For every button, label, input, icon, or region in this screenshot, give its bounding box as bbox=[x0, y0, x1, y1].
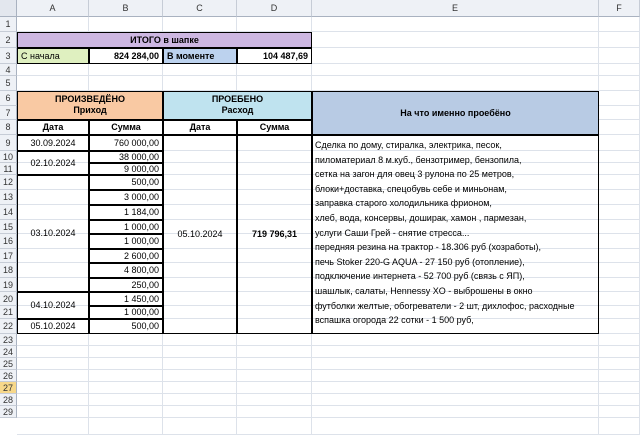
income-amount[interactable]: 760 000,00 bbox=[89, 135, 163, 151]
gridline-row bbox=[17, 405, 640, 406]
row-header-12[interactable]: 12 bbox=[0, 175, 17, 190]
at-moment-value[interactable]: 104 487,69 bbox=[237, 48, 312, 64]
row-header-16[interactable]: 16 bbox=[0, 234, 17, 249]
column-header-d[interactable]: D bbox=[237, 0, 312, 17]
row-header-5[interactable]: 5 bbox=[0, 76, 17, 91]
row-header-27[interactable]: 27 bbox=[0, 382, 17, 394]
income-amount[interactable]: 1 000,00 bbox=[89, 234, 163, 249]
row-header-3[interactable]: 3 bbox=[0, 48, 17, 64]
column-header-c[interactable]: C bbox=[163, 0, 237, 17]
column-header-e[interactable]: E bbox=[312, 0, 599, 17]
gridline-row bbox=[17, 381, 640, 382]
income-amount[interactable]: 38 000,00 bbox=[89, 151, 163, 163]
column-header-b[interactable]: B bbox=[89, 0, 163, 17]
income-amount[interactable]: 9 000,00 bbox=[89, 163, 163, 175]
income-amount[interactable]: 250,00 bbox=[89, 278, 163, 292]
row-header-2[interactable]: 2 bbox=[0, 32, 17, 48]
row-header-6[interactable]: 6 bbox=[0, 91, 17, 106]
income-amount[interactable]: 1 000,00 bbox=[89, 306, 163, 319]
row-header-1[interactable]: 1 bbox=[0, 17, 17, 32]
row-header-26[interactable]: 26 bbox=[0, 370, 17, 382]
row-header-22[interactable]: 22 bbox=[0, 319, 17, 334]
income-header-title: ПРОИЗВЕДЁНО bbox=[55, 94, 125, 104]
details-line: передняя резина на трактор - 18.306 руб … bbox=[315, 242, 541, 253]
income-date-5[interactable]: 05.10.2024 bbox=[17, 319, 89, 334]
row-header-28[interactable]: 28 bbox=[0, 394, 17, 406]
income-amount[interactable]: 3 000,00 bbox=[89, 190, 163, 205]
details-line: футболки желтые, обогреватели - 2 шт, ди… bbox=[315, 300, 575, 311]
expense-header-subtitle: Расход bbox=[221, 105, 254, 115]
select-all-corner[interactable] bbox=[0, 0, 17, 17]
gridline-row bbox=[17, 369, 640, 370]
income-header[interactable]: ПРОИЗВЕДЁНО Приход bbox=[17, 91, 163, 120]
gridline-row bbox=[17, 393, 640, 394]
expense-header-title: ПРОЕБЕНО bbox=[211, 94, 264, 104]
details-line: шашлык, салаты, Hennessy XO - выброшены … bbox=[315, 285, 533, 296]
income-amount[interactable]: 1 450,00 bbox=[89, 292, 163, 306]
row-header-24[interactable]: 24 bbox=[0, 346, 17, 358]
row-header-14[interactable]: 14 bbox=[0, 205, 17, 220]
income-amount[interactable]: 1 000,00 bbox=[89, 220, 163, 234]
row-header-8[interactable]: 8 bbox=[0, 120, 17, 135]
income-amount[interactable]: 500,00 bbox=[89, 319, 163, 334]
income-date-4[interactable]: 04.10.2024 bbox=[17, 292, 89, 319]
income-amount[interactable]: 1 184,00 bbox=[89, 205, 163, 220]
details-line: Сделка по дому, стиралка, электрика, пес… bbox=[315, 140, 502, 150]
at-moment-label[interactable]: В моменте bbox=[163, 48, 237, 64]
gridline-row bbox=[17, 345, 640, 346]
details-line: блоки+доставка, спецобувь себе и миньона… bbox=[315, 183, 507, 194]
row-header-20[interactable]: 20 bbox=[0, 292, 17, 306]
row-header-17[interactable]: 17 bbox=[0, 249, 17, 263]
since-start-label[interactable]: С начала bbox=[17, 48, 89, 64]
income-amount[interactable]: 4 800,00 bbox=[89, 263, 163, 278]
details-line: вспашка огорода 22 сотки - 1 500 руб, bbox=[315, 315, 474, 326]
expense-sum-col[interactable]: Сумма bbox=[237, 120, 312, 135]
gridline-row bbox=[17, 75, 640, 76]
gridline-row bbox=[17, 417, 640, 418]
row-header-10[interactable]: 10 bbox=[0, 151, 17, 163]
since-start-value[interactable]: 824 284,00 bbox=[89, 48, 163, 64]
column-header-a[interactable]: A bbox=[17, 0, 89, 17]
income-amount[interactable]: 2 600,00 bbox=[89, 249, 163, 263]
details-line: хлеб, вода, консервы, доширак, хамон , п… bbox=[315, 212, 527, 223]
expense-amount[interactable]: 719 796,31 bbox=[237, 135, 312, 334]
details-cell[interactable]: Сделка по дому, стиралка, электрика, пес… bbox=[312, 135, 599, 334]
row-header-23[interactable]: 23 bbox=[0, 334, 17, 346]
details-line: заправка старого холодильника фрионом, bbox=[315, 198, 492, 209]
row-header-19[interactable]: 19 bbox=[0, 278, 17, 292]
income-date-col[interactable]: Дата bbox=[17, 120, 89, 135]
income-date-3[interactable]: 03.10.2024 bbox=[17, 175, 89, 292]
income-amount[interactable]: 500,00 bbox=[89, 175, 163, 190]
expense-date-col[interactable]: Дата bbox=[163, 120, 237, 135]
income-date-1[interactable]: 30.09.2024 bbox=[17, 135, 89, 151]
expense-header[interactable]: ПРОЕБЕНО Расход bbox=[163, 91, 312, 120]
details-line: печь Stoker 220-G AQUA - 27 150 руб (ото… bbox=[315, 256, 525, 267]
details-line: пиломатериал 8 м.куб., бензотример, бенз… bbox=[315, 154, 522, 165]
details-header[interactable]: На что именно проебёно bbox=[312, 91, 599, 135]
row-header-21[interactable]: 21 bbox=[0, 306, 17, 319]
income-header-subtitle: Приход bbox=[73, 105, 107, 115]
income-sum-col[interactable]: Сумма bbox=[89, 120, 163, 135]
row-header-15[interactable]: 15 bbox=[0, 220, 17, 234]
row-header-11[interactable]: 11 bbox=[0, 163, 17, 175]
row-header-18[interactable]: 18 bbox=[0, 263, 17, 278]
column-header-f[interactable]: F bbox=[599, 0, 640, 17]
gridline-row bbox=[17, 357, 640, 358]
row-header-4[interactable]: 4 bbox=[0, 64, 17, 76]
row-header-25[interactable]: 25 bbox=[0, 358, 17, 370]
income-date-2[interactable]: 02.10.2024 bbox=[17, 151, 89, 175]
details-line: подключение интернета - 52 700 руб (связ… bbox=[315, 271, 525, 282]
expense-date[interactable]: 05.10.2024 bbox=[163, 135, 237, 334]
row-header-7[interactable]: 7 bbox=[0, 106, 17, 120]
details-line: услуги Саши Грей - снятие стресса... bbox=[315, 227, 470, 238]
row-header-9[interactable]: 9 bbox=[0, 135, 17, 151]
details-line: сетка на загон для овец 3 рулона по 25 м… bbox=[315, 169, 515, 180]
row-header-29[interactable]: 29 bbox=[0, 406, 17, 418]
summary-title[interactable]: ИТОГО в шапке bbox=[17, 32, 312, 48]
row-header-13[interactable]: 13 bbox=[0, 190, 17, 205]
